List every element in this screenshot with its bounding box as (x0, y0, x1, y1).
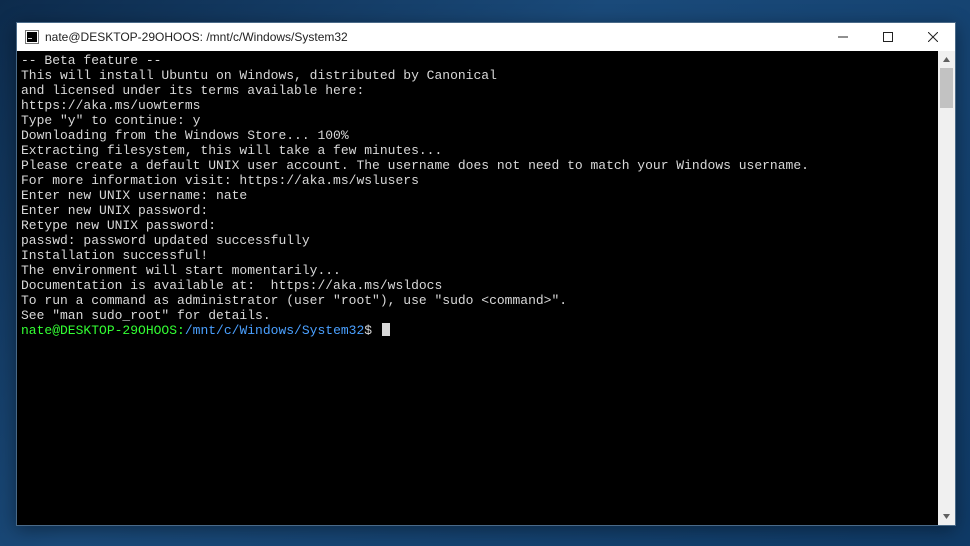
window-controls (820, 23, 955, 51)
prompt-user-host: nate@DESKTOP-29OHOOS (21, 323, 177, 338)
scroll-down-button[interactable] (938, 508, 955, 525)
terminal-line: Type "y" to continue: y (21, 113, 934, 128)
prompt-symbol: $ (364, 323, 372, 338)
terminal-output[interactable]: -- Beta feature --This will install Ubun… (17, 51, 938, 525)
vertical-scrollbar[interactable] (938, 51, 955, 525)
terminal-line: https://aka.ms/uowterms (21, 98, 934, 113)
app-icon (25, 30, 39, 44)
terminal-line: See "man sudo_root" for details. (21, 308, 934, 323)
client-area: -- Beta feature --This will install Ubun… (17, 51, 955, 525)
terminal-line: Documentation is available at: https://a… (21, 278, 934, 293)
terminal-line: The environment will start momentarily..… (21, 263, 934, 278)
terminal-line: Retype new UNIX password: (21, 218, 934, 233)
prompt-path: /mnt/c/Windows/System32 (185, 323, 364, 338)
terminal-line: This will install Ubuntu on Windows, dis… (21, 68, 934, 83)
cursor (382, 323, 390, 336)
terminal-line: and licensed under its terms available h… (21, 83, 934, 98)
maximize-button[interactable] (865, 23, 910, 51)
terminal-line: Please create a default UNIX user accoun… (21, 158, 934, 173)
terminal-line: passwd: password updated successfully (21, 233, 934, 248)
prompt-sep: : (177, 323, 185, 338)
prompt-line[interactable]: nate@DESKTOP-29OHOOS:/mnt/c/Windows/Syst… (21, 323, 934, 338)
terminal-line: Enter new UNIX username: nate (21, 188, 934, 203)
window-title: nate@DESKTOP-29OHOOS: /mnt/c/Windows/Sys… (45, 30, 820, 44)
terminal-line: Enter new UNIX password: (21, 203, 934, 218)
terminal-line: Downloading from the Windows Store... 10… (21, 128, 934, 143)
terminal-line: Installation successful! (21, 248, 934, 263)
close-button[interactable] (910, 23, 955, 51)
terminal-line: Extracting filesystem, this will take a … (21, 143, 934, 158)
terminal-line: To run a command as administrator (user … (21, 293, 934, 308)
scroll-up-button[interactable] (938, 51, 955, 68)
terminal-window: nate@DESKTOP-29OHOOS: /mnt/c/Windows/Sys… (16, 22, 956, 526)
minimize-button[interactable] (820, 23, 865, 51)
terminal-line: -- Beta feature -- (21, 53, 934, 68)
scroll-thumb[interactable] (940, 68, 953, 108)
titlebar[interactable]: nate@DESKTOP-29OHOOS: /mnt/c/Windows/Sys… (17, 23, 955, 51)
terminal-line: For more information visit: https://aka.… (21, 173, 934, 188)
